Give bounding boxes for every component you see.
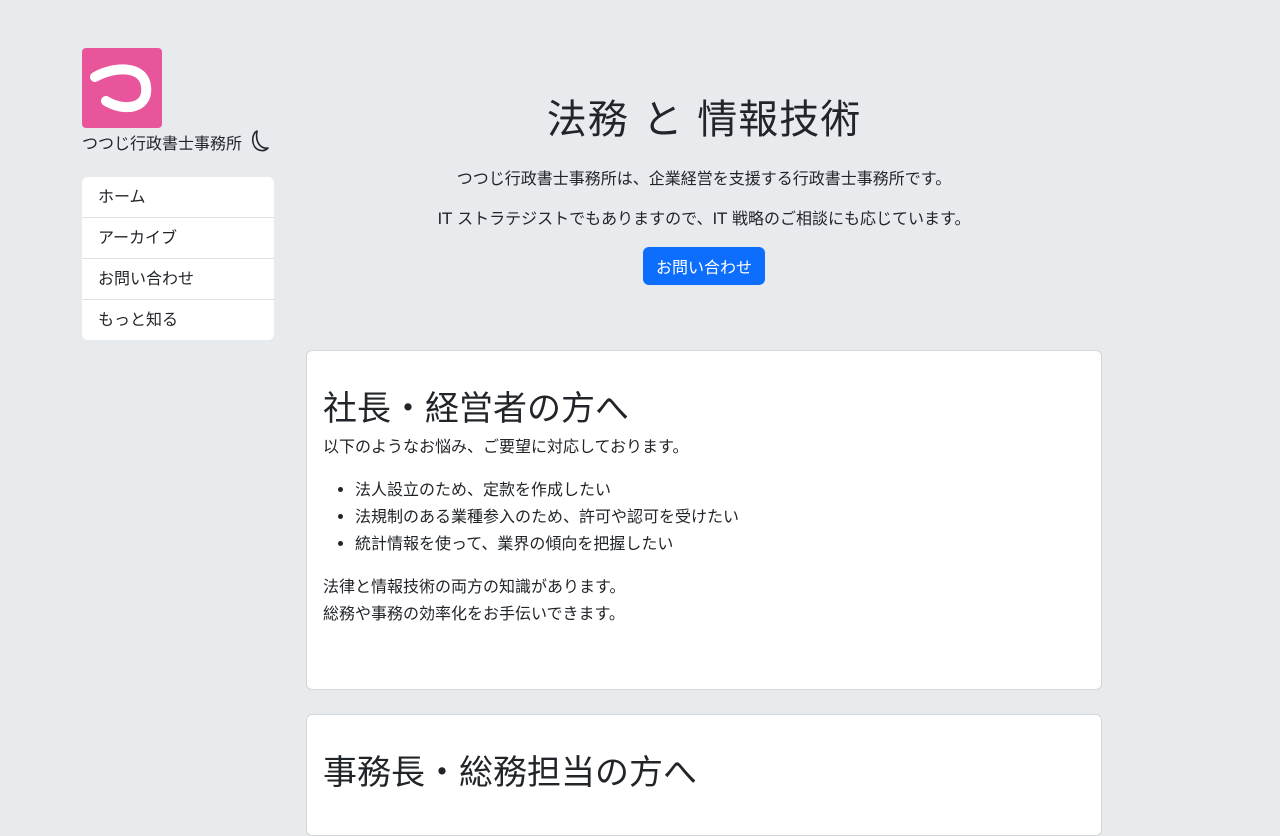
site-name-row: つつじ行政書士事務所	[82, 128, 272, 156]
section-heading: 社長・経営者の方へ	[323, 389, 629, 429]
section-card-office-managers: 事務長・総務担当の方へ	[306, 714, 1102, 836]
site-logo[interactable]	[82, 48, 162, 128]
moon-icon[interactable]	[244, 128, 272, 156]
list-item: 法規制のある業種参入のため、許可や認可を受けたい	[355, 503, 1085, 530]
section-intro: 以下のようなお悩み、ご要望に対応しております。	[323, 437, 689, 456]
nav-item-archive[interactable]: アーカイブ	[82, 217, 274, 258]
list-item: 法人設立のため、定款を作成したい	[355, 476, 1085, 503]
nav-item-more[interactable]: もっと知る	[82, 299, 274, 340]
section-heading: 事務長・総務担当の方へ	[323, 753, 697, 793]
contact-button[interactable]: お問い合わせ	[642, 247, 765, 285]
sidebar-nav: ホーム アーカイブ お問い合わせ もっと知る	[82, 177, 274, 340]
hero-section: 法務 と 情報技術 つつじ行政書士事務所は、企業経営を支援する行政書士事務所です…	[306, 88, 1102, 285]
section-outro-efficiency: 総務や事務の効率化をお手伝いできます。	[323, 604, 625, 623]
hero-description: つつじ行政書士事務所は、企業経営を支援する行政書士事務所です。	[456, 169, 952, 188]
hero-title: 法務 と 情報技術	[546, 97, 862, 143]
list-item: 統計情報を使って、業界の傾向を把握したい	[355, 530, 1085, 557]
section-outro-knowledge: 法律と情報技術の両方の知識があります。	[323, 577, 626, 596]
needs-list: 法人設立のため、定款を作成したい 法規制のある業種参入のため、許可や認可を受けた…	[323, 476, 1085, 557]
tsu-logo-mark	[90, 64, 152, 113]
hero-description-it: IT ストラテジストでもありますので、IT 戦略のご相談にも応じています。	[437, 209, 971, 228]
nav-item-home[interactable]: ホーム	[82, 177, 274, 217]
section-card-executives: 社長・経営者の方へ 以下のようなお悩み、ご要望に対応しております。 法人設立のた…	[306, 350, 1102, 690]
site-name[interactable]: つつじ行政書士事務所	[82, 130, 242, 154]
nav-item-contact[interactable]: お問い合わせ	[82, 258, 274, 299]
